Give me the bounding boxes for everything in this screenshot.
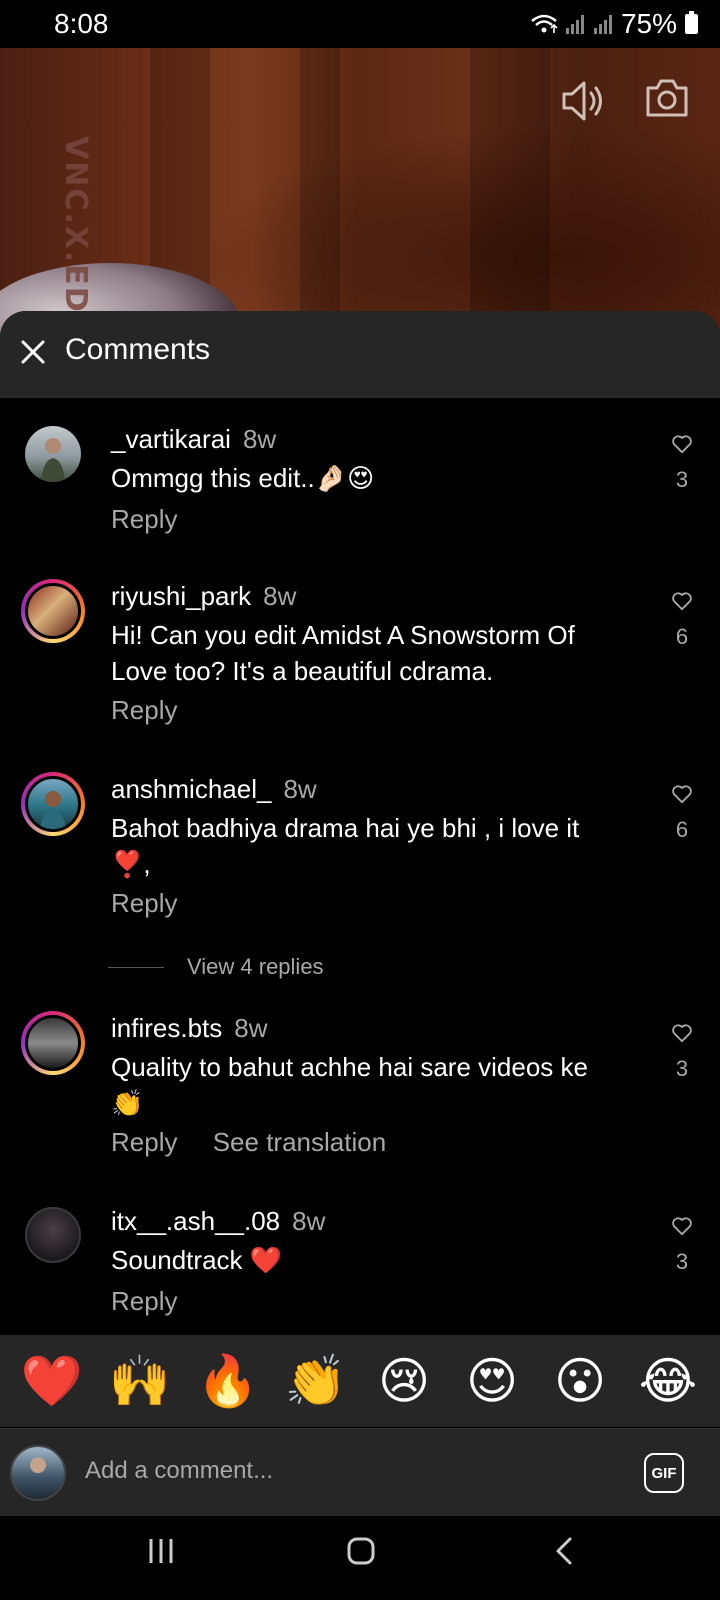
comment-actions: Reply	[111, 1286, 205, 1317]
comment-actions: Reply	[111, 888, 205, 919]
view-replies-label: View 4 replies	[187, 954, 324, 979]
heart-outline-icon[interactable]	[671, 784, 693, 804]
status-icons: 75%	[529, 8, 698, 40]
comment-username[interactable]: anshmichael_ 8w	[111, 774, 317, 805]
avatar[interactable]	[21, 772, 85, 836]
status-time: 8:08	[54, 8, 109, 39]
volume-icon[interactable]	[560, 78, 608, 124]
comment-item: infires.bts 8w Quality to bahut achhe hai…	[0, 1011, 720, 1163]
comments-title: Comments	[65, 333, 211, 366]
comment-text: Quality to bahut achhe hai sare videos k…	[111, 1052, 588, 1118]
back-icon[interactable]	[552, 1536, 576, 1566]
home-icon[interactable]	[346, 1536, 376, 1566]
comment-time: 8w	[283, 774, 317, 804]
close-icon[interactable]	[18, 337, 48, 367]
reply-button[interactable]: Reply	[111, 888, 177, 918]
comment-text: Ommgg this edit..🤌🏻😍	[111, 463, 375, 493]
comment-text: Bahot badhiya drama hai ye bhi , i love …	[111, 813, 580, 879]
see-translation-button[interactable]: See translation	[213, 1127, 386, 1157]
like-column: 3	[660, 1023, 704, 1082]
heart-outline-icon[interactable]	[671, 1023, 693, 1043]
emoji-fire-button[interactable]: 🔥	[193, 1351, 263, 1411]
like-count: 3	[675, 1056, 689, 1081]
emoji-laughing-button[interactable]: 😂	[633, 1351, 703, 1411]
like-count: 6	[675, 624, 689, 649]
like-column: 3	[660, 1216, 704, 1275]
comment-username[interactable]: _vartikarai 8w	[111, 424, 276, 455]
reply-button[interactable]: Reply	[111, 695, 177, 725]
system-nav-bar	[0, 1516, 720, 1600]
like-count: 3	[675, 467, 689, 492]
video-background[interactable]: VNC.X.EDIT	[0, 48, 720, 348]
reply-button[interactable]: Reply	[111, 504, 177, 534]
comment-item: riyushi_park 8w Hi! Can you edit Amidst A…	[0, 579, 720, 731]
gif-button[interactable]: GIF	[644, 1453, 684, 1493]
current-user-avatar	[10, 1445, 66, 1501]
emoji-surprised-button[interactable]: 😮	[545, 1351, 615, 1411]
heart-outline-icon[interactable]	[671, 434, 693, 454]
comment-time: 8w	[234, 1013, 268, 1043]
signal-icon	[593, 15, 612, 34]
comment-time: 8w	[242, 424, 277, 454]
comments-header: Comments	[0, 311, 720, 398]
like-count: 3	[675, 1249, 689, 1274]
emoji-clap-button[interactable]: 👏	[281, 1351, 351, 1411]
reply-button[interactable]: Reply	[111, 1127, 177, 1157]
comment-username[interactable]: itx__.ash__.08 8w	[111, 1206, 325, 1237]
avatar[interactable]	[25, 1207, 81, 1263]
comment-time: 8w	[263, 581, 297, 611]
heart-outline-icon[interactable]	[671, 591, 693, 611]
avatar[interactable]	[25, 426, 81, 482]
camera-icon[interactable]	[644, 76, 690, 120]
view-replies-button[interactable]: View 4 replies	[108, 954, 324, 980]
emoji-crying-button[interactable]: 😢	[369, 1351, 439, 1411]
comment-username[interactable]: riyushi_park 8w	[111, 581, 296, 612]
signal-icon	[565, 15, 584, 34]
avatar[interactable]	[21, 579, 85, 643]
like-count: 6	[675, 817, 689, 842]
comment-item: itx__.ash__.08 8w Soundtrack ❤️ Reply 3	[0, 1206, 720, 1326]
reply-button[interactable]: Reply	[111, 1286, 177, 1316]
battery-percent: 75%	[620, 8, 677, 39]
battery-icon	[685, 11, 698, 34]
emoji-heart-button[interactable]: ❤️	[17, 1351, 87, 1411]
comment-actions: Reply See translation	[111, 1127, 414, 1158]
comment-item: anshmichael_ 8w Bahot badhiya drama hai y…	[0, 772, 720, 924]
comment-time: 8w	[292, 1206, 326, 1236]
comment-actions: Reply	[111, 695, 205, 726]
like-column: 3	[660, 434, 704, 493]
comment-text: Soundtrack ❤️	[111, 1245, 283, 1275]
comment-username[interactable]: infires.bts 8w	[111, 1013, 268, 1044]
avatar[interactable]	[21, 1011, 85, 1075]
status-bar: 8:08 75%	[0, 0, 720, 48]
emoji-raised-hands-button[interactable]: 🙌	[105, 1351, 175, 1411]
like-column: 6	[660, 591, 704, 650]
wifi-icon	[531, 14, 558, 33]
comment-input-bar: Add a comment... GIF	[0, 1428, 720, 1516]
comment-text: Hi! Can you edit Amidst A Snowstorm Of L…	[111, 620, 575, 686]
recent-apps-icon[interactable]	[146, 1536, 176, 1566]
comment-actions: Reply	[111, 504, 205, 535]
like-column: 6	[660, 784, 704, 843]
comment-input[interactable]: Add a comment...	[85, 1457, 273, 1485]
comment-item: _vartikarai 8w Ommgg this edit..🤌🏻😍 Reply…	[0, 424, 720, 544]
emoji-reaction-bar: ❤️ 🙌 🔥 👏 😢 😍 😮 😂	[0, 1335, 720, 1427]
emoji-heart-eyes-button[interactable]: 😍	[457, 1351, 527, 1411]
heart-outline-icon[interactable]	[671, 1216, 693, 1236]
